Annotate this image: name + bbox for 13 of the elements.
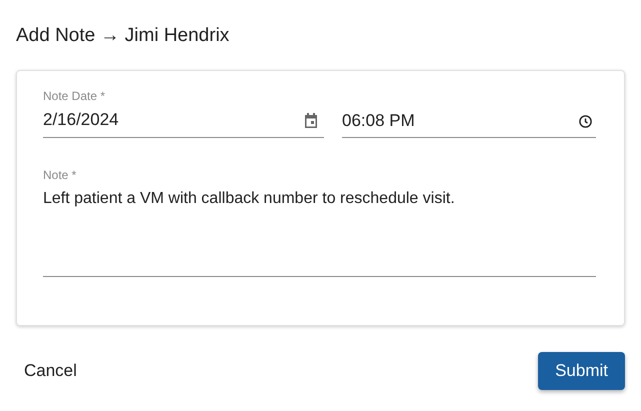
note-field[interactable]: Note * Left patient a VM with callback number to reschedule visit. — [43, 168, 596, 277]
clock-icon[interactable] — [579, 114, 592, 128]
cancel-button[interactable]: Cancel — [16, 352, 85, 390]
dialog-title: Add Note → Jimi Hendrix — [16, 24, 230, 48]
time-field[interactable]: 06:08 PM — [342, 89, 596, 138]
date-field[interactable]: Note Date * 2/16/2024 — [43, 89, 324, 138]
field-label: Note * — [43, 168, 76, 182]
note-text: Left patient a VM with callback number to reschedule visit. — [43, 189, 455, 209]
date-value: 2/16/2024 — [43, 109, 119, 131]
field-label: Note Date * — [43, 89, 106, 103]
time-value: 06:08 PM — [342, 110, 415, 132]
calendar-icon[interactable] — [304, 112, 318, 128]
submit-button[interactable]: Submit — [538, 352, 625, 390]
